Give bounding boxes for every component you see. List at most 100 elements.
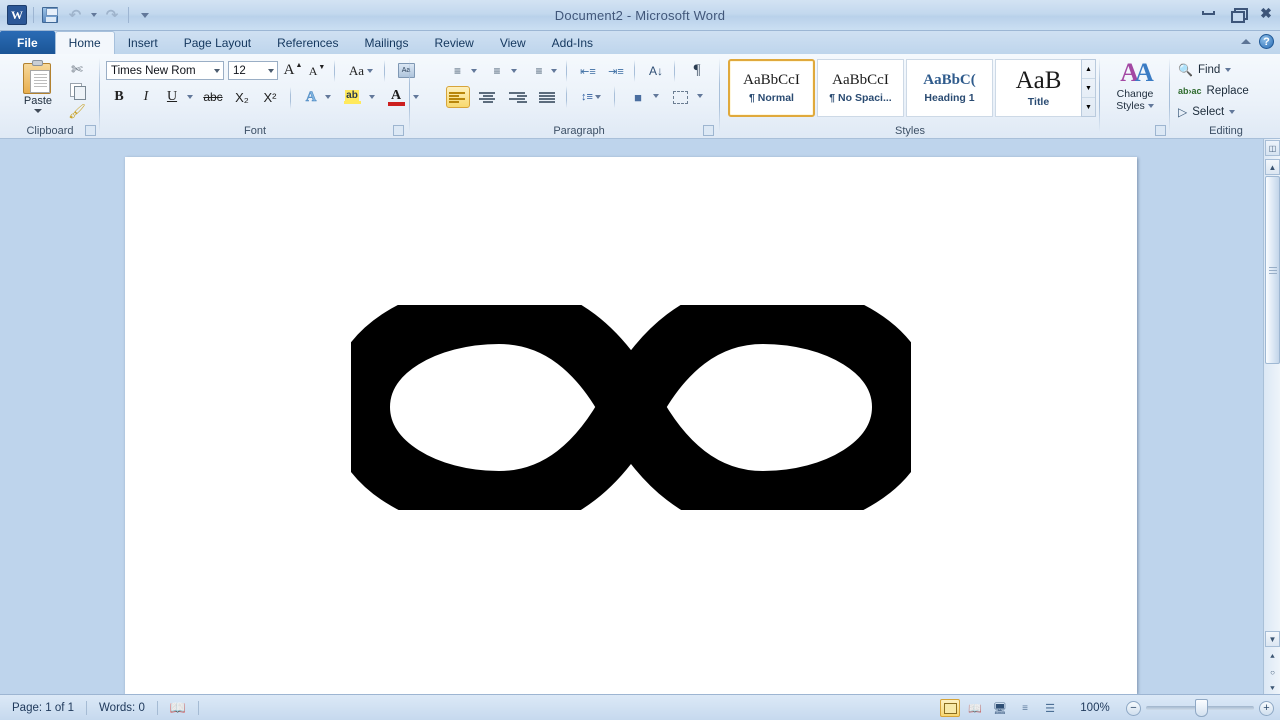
borders-button[interactable]	[668, 86, 692, 108]
font-dialog-launcher[interactable]	[393, 125, 404, 136]
select-browse-object-button[interactable]: ○	[1265, 665, 1280, 680]
bullets-dropdown[interactable]	[468, 64, 480, 78]
replace-button[interactable]: ab›ac Replace	[1178, 81, 1249, 101]
text-effects-dropdown[interactable]	[322, 90, 334, 104]
scrollbar-thumb[interactable]	[1265, 176, 1280, 364]
subscript-button[interactable]: X₂	[230, 87, 254, 107]
zoom-level-label[interactable]: 100%	[1078, 702, 1112, 714]
multilevel-list-dropdown[interactable]	[548, 64, 560, 78]
style-item-heading-1[interactable]: AaBbC( Heading 1	[906, 59, 993, 117]
paragraph-dialog-launcher[interactable]	[703, 125, 714, 136]
multilevel-list-button[interactable]: ≡	[528, 61, 550, 81]
align-center-button[interactable]	[476, 86, 500, 108]
justify-button[interactable]	[536, 86, 560, 108]
increase-indent-button[interactable]: ⇥≡	[604, 61, 628, 81]
italic-button[interactable]: I	[136, 87, 156, 107]
styles-dialog-launcher[interactable]	[1155, 125, 1166, 136]
format-painter-button[interactable]: 🖌	[66, 102, 88, 121]
decrease-indent-button[interactable]: ⇤≡	[576, 61, 600, 81]
highlight-dropdown[interactable]	[366, 90, 378, 104]
shading-dropdown[interactable]	[650, 89, 662, 103]
font-size-input[interactable]: 12	[228, 61, 278, 80]
styles-scroll-down-button[interactable]: ▼	[1082, 79, 1095, 98]
scroll-down-button[interactable]: ▼	[1265, 631, 1280, 647]
superscript-button[interactable]: X²	[258, 87, 282, 107]
document-page[interactable]	[125, 157, 1137, 694]
underline-dropdown-button[interactable]	[184, 90, 196, 104]
style-item-no-spacing[interactable]: AaBbCcI ¶ No Spaci...	[817, 59, 904, 117]
tab-view[interactable]: View	[487, 31, 539, 54]
select-button[interactable]: ▷ Select	[1178, 102, 1236, 122]
copy-button[interactable]	[66, 81, 88, 100]
outline-view-button[interactable]: ≡	[1015, 699, 1035, 717]
find-button[interactable]: 🔍 Find	[1178, 60, 1232, 80]
underline-button[interactable]: U	[162, 87, 182, 107]
text-highlight-button[interactable]: ab	[340, 86, 364, 108]
change-styles-button[interactable]: AA Change Styles	[1104, 60, 1166, 122]
font-color-button[interactable]: A	[384, 86, 408, 108]
zoom-slider[interactable]	[1146, 699, 1254, 717]
word-count[interactable]: Words: 0	[87, 698, 157, 718]
shading-button[interactable]: ■	[626, 86, 650, 108]
draft-view-button[interactable]: ☰	[1040, 699, 1060, 717]
collapse-ribbon-icon[interactable]	[1241, 39, 1251, 44]
font-color-dropdown[interactable]	[410, 90, 422, 104]
help-icon[interactable]: ?	[1259, 34, 1274, 49]
web-layout-view-button[interactable]: 🖥	[990, 699, 1010, 717]
binoculars-icon: 🔍	[1178, 63, 1193, 77]
tab-review[interactable]: Review	[421, 31, 486, 54]
line-spacing-icon: ↕≡	[581, 91, 593, 103]
full-screen-reading-view-button[interactable]: 📖	[965, 699, 985, 717]
zoom-slider-thumb[interactable]	[1195, 699, 1208, 717]
grow-font-button[interactable]: A ▲	[282, 60, 304, 81]
show-formatting-marks-button[interactable]: ¶	[686, 60, 708, 81]
clipboard-dialog-launcher[interactable]	[85, 125, 96, 136]
shrink-font-button[interactable]: A ▼	[306, 61, 328, 82]
minimize-button[interactable]	[1198, 5, 1218, 21]
font-name-input[interactable]: Times New Rom	[106, 61, 224, 80]
bold-button[interactable]: B	[108, 87, 130, 107]
cut-button[interactable]: ✄	[66, 60, 88, 79]
styles-more-button[interactable]: ▼	[1082, 98, 1095, 116]
restore-button[interactable]	[1227, 5, 1248, 23]
style-item-normal[interactable]: AaBbCcI ¶ Normal	[728, 59, 815, 117]
document-workspace[interactable]	[0, 139, 1280, 694]
numbering-dropdown[interactable]	[508, 64, 520, 78]
proofing-status-button[interactable]: 📖	[158, 698, 198, 718]
numbering-button[interactable]: ≡	[486, 61, 508, 81]
tab-references[interactable]: References	[264, 31, 351, 54]
clear-formatting-button[interactable]: Aa	[394, 60, 418, 81]
vertical-scrollbar[interactable]: ◫ ▲ ▼ ⯅ ○ ⯆	[1263, 139, 1280, 694]
tab-add-ins[interactable]: Add-Ins	[539, 31, 606, 54]
print-layout-view-button[interactable]	[940, 699, 960, 717]
tab-home[interactable]: Home	[54, 31, 115, 54]
line-spacing-button[interactable]: ↕≡	[578, 86, 604, 108]
pilcrow-icon: ¶	[693, 62, 701, 78]
borders-dropdown[interactable]	[694, 89, 706, 103]
tab-file[interactable]: File	[0, 31, 55, 54]
change-case-button[interactable]: Aa	[344, 60, 378, 81]
styles-scroll-up-button[interactable]: ▲	[1082, 60, 1095, 79]
chevron-down-icon[interactable]	[268, 68, 274, 73]
zoom-in-button[interactable]: +	[1259, 700, 1274, 716]
tab-mailings[interactable]: Mailings	[351, 31, 421, 54]
tab-page-layout[interactable]: Page Layout	[171, 31, 264, 54]
style-item-title[interactable]: AaB Title	[995, 59, 1082, 117]
strikethrough-button[interactable]: abc	[200, 87, 226, 107]
paste-button[interactable]: Paste	[12, 58, 64, 120]
sort-button[interactable]: A↓	[644, 61, 668, 81]
tab-insert[interactable]: Insert	[115, 31, 171, 54]
close-button[interactable]: ✖	[1256, 5, 1276, 21]
scroll-up-button[interactable]: ▲	[1265, 159, 1280, 175]
chevron-down-icon[interactable]	[34, 109, 42, 113]
align-right-button[interactable]	[506, 86, 530, 108]
page-indicator[interactable]: Page: 1 of 1	[0, 698, 86, 718]
previous-page-button[interactable]: ⯅	[1265, 649, 1280, 664]
text-effects-button[interactable]: A	[300, 87, 322, 107]
paintbrush-icon: 🖌	[68, 103, 86, 119]
align-left-button[interactable]	[446, 86, 470, 108]
bullets-button[interactable]: ≡	[446, 61, 468, 81]
chevron-down-icon[interactable]	[214, 68, 220, 73]
ruler-toggle-button[interactable]: ◫	[1265, 140, 1280, 156]
zoom-out-button[interactable]: −	[1126, 700, 1141, 716]
